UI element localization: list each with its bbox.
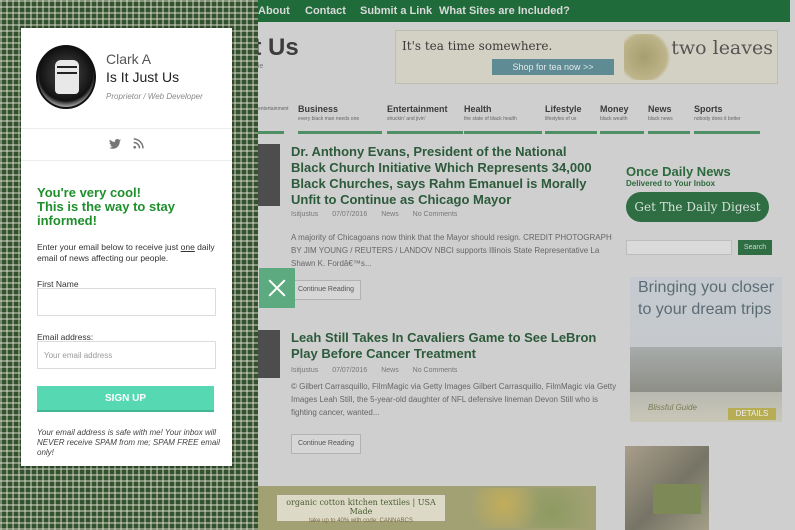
avatar [36, 45, 96, 109]
subscribe-intro: Enter your email below to receive just o… [37, 242, 215, 263]
fist-icon [55, 60, 79, 94]
textile-ad-line1: organic cotton kitchen textiles | USA Ma… [286, 498, 436, 516]
rss-icon[interactable] [133, 138, 144, 149]
product-ad-image[interactable] [625, 446, 709, 530]
category-label: Business [298, 104, 339, 114]
category-item[interactable]: entertainment [258, 104, 289, 134]
category-health[interactable]: Health the state of black health [464, 104, 542, 134]
sidebar-search-input[interactable] [626, 240, 732, 255]
post-category[interactable]: News [381, 211, 399, 218]
category-sub: black news [648, 116, 673, 122]
tea-ad-brand: two leaves [671, 37, 773, 59]
post-excerpt: © Gilbert Carrasquillo, FilmMagic via Ge… [291, 382, 617, 417]
travel-ad-text: Bringing you closer to your dream trips [638, 279, 775, 318]
tea-herbs-image [624, 34, 674, 80]
category-lifestyle[interactable]: Lifestyle lifestyles of us [545, 104, 597, 134]
spam-note: Your email address is safe with me! Your… [37, 428, 220, 457]
travel-ad-logo: Blissful Guide [648, 403, 697, 412]
post-thumbnail[interactable] [258, 330, 280, 378]
category-label: Health [464, 104, 492, 114]
post-title[interactable]: Leah Still Takes In Cavaliers Game to Se… [291, 330, 601, 362]
post-comments[interactable]: No Comments [413, 367, 458, 374]
post-author[interactable]: Isitjustus [291, 211, 318, 218]
product-bottle [653, 484, 701, 514]
travel-ad[interactable]: Bringing you closer to your dream trips … [630, 277, 782, 422]
continue-reading-button[interactable]: Continue Reading [291, 434, 361, 454]
nav-link-contact[interactable]: Contact [305, 5, 346, 17]
email-field[interactable] [37, 341, 216, 369]
post-title[interactable]: Dr. Anthony Evans, President of the Nati… [291, 144, 601, 208]
category-sub: nobody does it better [694, 116, 741, 122]
tea-ad-shop-button[interactable]: Shop for tea now >> [492, 59, 614, 75]
textile-ad-box: organic cotton kitchen textiles | USA Ma… [276, 494, 446, 524]
category-sub: the state of black health [464, 116, 517, 122]
post-meta: Isitjustus 07/07/2016 News No Comments [291, 211, 469, 218]
textile-ad-line2: take up to 40% with code: CANNABCS [309, 518, 413, 524]
nav-link-about[interactable]: About [258, 5, 290, 17]
category-label: Lifestyle [545, 104, 582, 114]
twitter-icon[interactable] [109, 139, 121, 149]
category-business[interactable]: Business every black man needs one [298, 104, 382, 134]
tea-ad-headline: It's tea time somewhere. [402, 39, 553, 53]
travel-ad-city-image [630, 347, 782, 392]
category-money[interactable]: Money black wealth [600, 104, 644, 134]
post-thumbnail[interactable] [258, 144, 280, 206]
sidebar-search-button[interactable]: Search [738, 240, 772, 255]
post-meta: Isitjustus 07/07/2016 News No Comments [291, 367, 469, 374]
category-label: Entertainment [387, 104, 448, 114]
post-comments[interactable]: No Comments [413, 211, 458, 218]
category-label: Sports [694, 104, 723, 114]
profile-role: Proprietor / Web Developer [106, 92, 203, 101]
daily-digest-button[interactable]: Get The Daily Digest [626, 192, 769, 222]
category-sub: every black man needs one [298, 116, 360, 122]
profile-header: Clark A Is It Just Us Proprietor / Web D… [21, 28, 232, 129]
textile-ad[interactable]: organic cotton kitchen textiles | USA Ma… [258, 486, 596, 530]
post-category[interactable]: News [381, 367, 399, 374]
category-label: Money [600, 104, 629, 114]
subscribe-headline: You're very cool! This is the way to sta… [37, 185, 175, 228]
social-links [21, 129, 232, 161]
category-sub: shuckin' and jivin' [387, 116, 426, 122]
category-sports[interactable]: Sports nobody does it better [694, 104, 760, 134]
category-entertainment[interactable]: Entertainment shuckin' and jivin' [387, 104, 463, 134]
textile-flowers-image [468, 488, 588, 528]
close-icon[interactable] [259, 268, 295, 308]
travel-ad-details-button[interactable]: DETAILS [728, 408, 776, 420]
first-name-field[interactable] [37, 288, 216, 316]
tea-ad-banner[interactable]: It's tea time somewhere. Shop for tea no… [395, 30, 778, 84]
category-news[interactable]: News black news [648, 104, 690, 134]
post-date: 07/07/2016 [332, 367, 368, 374]
profile-site-name: Is It Just Us [106, 69, 180, 85]
category-nav: entertainment Business every black man n… [258, 104, 788, 134]
post-excerpt: A majority of Chicagoans now think that … [291, 233, 612, 268]
sign-up-button[interactable]: SIGN UP [37, 386, 214, 412]
continue-reading-button[interactable]: Continue Reading [291, 280, 361, 300]
category-label: News [648, 104, 672, 114]
subscribe-modal: Clark A Is It Just Us Proprietor / Web D… [21, 28, 232, 466]
profile-name: Clark A [106, 51, 152, 67]
category-sub: lifestyles of us [545, 116, 577, 122]
post-author[interactable]: Isitjustus [291, 367, 318, 374]
daily-news-subheading: Delivered to Your Inbox [626, 179, 716, 188]
daily-news-heading: Once Daily News [626, 164, 731, 179]
nav-link-sites[interactable]: What Sites are Included? [439, 5, 570, 17]
category-sub: black wealth [600, 116, 628, 122]
post-date: 07/07/2016 [332, 211, 368, 218]
nav-link-submit[interactable]: Submit a Link [360, 5, 432, 17]
